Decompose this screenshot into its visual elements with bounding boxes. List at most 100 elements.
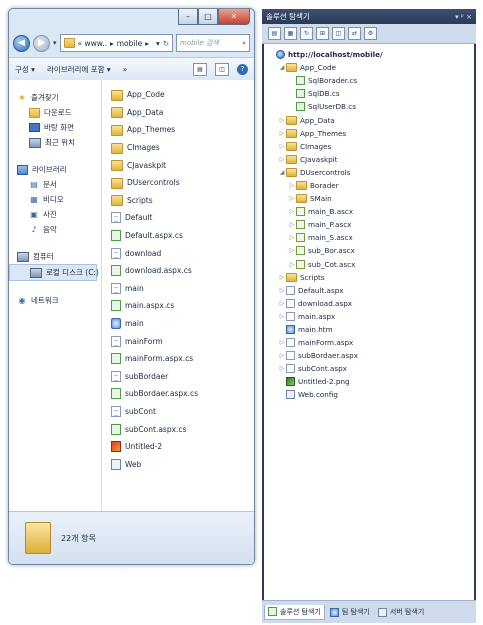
file-item[interactable]: mainForm <box>105 332 254 350</box>
tree-node[interactable]: ▷ App_Data <box>264 113 474 126</box>
tree-node[interactable]: SqlDB.cs <box>264 87 474 100</box>
expand-arrow-icon[interactable]: ▷ <box>288 195 296 202</box>
file-item[interactable]: Default <box>105 209 254 227</box>
tree-node[interactable]: SqlUserDB.cs <box>264 100 474 113</box>
properties-icon[interactable]: ▤ <box>268 27 281 40</box>
file-item[interactable]: subCont.aspx.cs <box>105 420 254 438</box>
file-item[interactable]: main.aspx.cs <box>105 297 254 315</box>
tree-node[interactable]: ▷ main_P.ascx <box>264 218 474 231</box>
tree-node[interactable]: ▷ Borader <box>264 179 474 192</box>
pin-close-icons[interactable]: ▾ ᵖ × <box>455 13 472 21</box>
file-item[interactable]: download.aspx.cs <box>105 262 254 280</box>
nav-computer[interactable]: 컴퓨터 <box>9 249 101 264</box>
file-item[interactable]: main <box>105 280 254 298</box>
expand-arrow-icon[interactable]: ▷ <box>278 352 286 359</box>
tree-node[interactable]: ▷ main.aspx <box>264 310 474 323</box>
tree-node[interactable]: ▷ subCont.aspx <box>264 362 474 375</box>
breadcrumb-parent[interactable]: « www.. <box>78 39 107 48</box>
help-icon[interactable]: ? <box>237 63 248 75</box>
file-item[interactable]: App_Code <box>105 86 254 104</box>
tree-node[interactable]: ▷ sub_Cot.ascx <box>264 258 474 271</box>
tree-node[interactable]: ▷ Default.aspx <box>264 284 474 297</box>
back-button[interactable]: ◀ <box>13 34 30 52</box>
expand-arrow-icon[interactable]: ▷ <box>278 117 286 124</box>
expand-arrow-icon[interactable]: ▷ <box>278 287 286 294</box>
nav-libraries[interactable]: 라이브러리 <box>9 162 101 177</box>
show-all-files-icon[interactable]: ▦ <box>284 27 297 40</box>
tree-node[interactable]: ▷ CImages <box>264 140 474 153</box>
file-item[interactable]: subBordaer <box>105 368 254 386</box>
nav-desktop[interactable]: 바탕 화면 <box>9 120 101 135</box>
tab-server-explorer[interactable]: 서버 탐색기 <box>375 605 427 619</box>
tree-node[interactable]: ▷ main_S.ascx <box>264 231 474 244</box>
nav-recent-places[interactable]: 최근 위치 <box>9 135 101 150</box>
file-item[interactable]: Default.aspx.cs <box>105 227 254 245</box>
expand-arrow-icon[interactable]: ▷ <box>278 143 286 150</box>
refresh-icon[interactable]: ↻ <box>163 39 169 48</box>
nav-videos[interactable]: ▦ 비디오 <box>9 192 101 207</box>
file-item[interactable]: Scripts <box>105 192 254 210</box>
view-options-icon[interactable]: ▤ <box>193 62 207 76</box>
tree-node[interactable]: ▷ sub_Bor.ascx <box>264 244 474 257</box>
expand-arrow-icon[interactable]: ▷ <box>278 365 286 372</box>
tab-solution-explorer[interactable]: 솔루션 탐색기 <box>264 604 325 620</box>
tree-node[interactable]: ▷ App_Themes <box>264 127 474 140</box>
tree-node[interactable]: SqlBorader.cs <box>264 74 474 87</box>
file-item[interactable]: subBordaer.aspx.cs <box>105 385 254 403</box>
file-item[interactable]: App_Data <box>105 104 254 122</box>
tree-node[interactable]: ▷ mainForm.aspx <box>264 336 474 349</box>
breadcrumb-current[interactable]: mobile <box>117 39 142 48</box>
nest-files-icon[interactable]: ⊞ <box>316 27 329 40</box>
tree-node[interactable]: ▷ CJavaskpit <box>264 153 474 166</box>
expand-arrow-icon[interactable]: ▷ <box>288 221 296 228</box>
tree-node[interactable]: Untitled-2.png <box>264 375 474 388</box>
tree-node[interactable]: ◢ App_Code <box>264 61 474 74</box>
organize-menu[interactable]: 구성 ▾ <box>15 64 35 75</box>
tree-node[interactable]: ▷ download.aspx <box>264 297 474 310</box>
expand-arrow-icon[interactable]: ▷ <box>278 130 286 137</box>
file-item[interactable]: Untitled-2 <box>105 438 254 456</box>
expand-arrow-icon[interactable]: ▷ <box>288 182 296 189</box>
preview-pane-icon[interactable]: ◫ <box>215 62 229 76</box>
refresh-icon[interactable]: ↻ <box>300 27 313 40</box>
expand-arrow-icon[interactable]: ▷ <box>288 247 296 254</box>
forward-button[interactable]: ▶ <box>33 34 50 52</box>
nav-network[interactable]: ◉ 네트워크 <box>9 293 101 308</box>
expand-arrow-icon[interactable]: ▷ <box>278 156 286 163</box>
expand-arrow-icon[interactable]: ▷ <box>278 274 286 281</box>
collapse-arrow-icon[interactable]: ◢ <box>278 64 286 71</box>
file-item[interactable]: Web <box>105 455 254 473</box>
file-item[interactable]: main <box>105 315 254 333</box>
maximize-button[interactable]: □ <box>198 9 218 25</box>
history-dropdown-icon[interactable]: ▾ <box>53 39 57 47</box>
nav-downloads[interactable]: 다운로드 <box>9 105 101 120</box>
minimize-button[interactable]: – <box>178 9 198 25</box>
tree-node[interactable]: ▷ SMain <box>264 192 474 205</box>
file-item[interactable]: subCont <box>105 403 254 421</box>
view-designer-icon[interactable]: ◫ <box>332 27 345 40</box>
nav-pictures[interactable]: ▣ 사진 <box>9 207 101 222</box>
address-bar[interactable]: « www.. ▸ mobile ▸ ▾ ↻ <box>59 34 173 52</box>
expand-arrow-icon[interactable]: ▷ <box>288 261 296 268</box>
expand-arrow-icon[interactable]: ▷ <box>278 300 286 307</box>
file-item[interactable]: CJavaskpit <box>105 156 254 174</box>
file-item[interactable]: DUsercontrols <box>105 174 254 192</box>
file-item[interactable]: mainForm.aspx.cs <box>105 350 254 368</box>
collapse-arrow-icon[interactable]: ◢ <box>278 169 286 176</box>
tree-node[interactable]: main.htm <box>264 323 474 336</box>
tab-team-explorer[interactable]: 팀 탐색기 <box>327 605 373 619</box>
tree-node[interactable]: ▷ subBordaer.aspx <box>264 349 474 362</box>
more-commands-button[interactable]: » <box>123 65 128 74</box>
tree-node[interactable]: http://localhost/mobile/ <box>264 48 474 61</box>
expand-arrow-icon[interactable]: ▷ <box>288 208 296 215</box>
expand-arrow-icon[interactable]: ▷ <box>278 313 286 320</box>
tree-node[interactable]: ◢ DUsercontrols <box>264 166 474 179</box>
tree-node[interactable]: ▷ Scripts <box>264 271 474 284</box>
file-item[interactable]: download <box>105 244 254 262</box>
file-item[interactable]: CImages <box>105 139 254 157</box>
address-dropdown-icon[interactable]: ▾ <box>156 39 160 48</box>
nav-documents[interactable]: ▤ 문서 <box>9 177 101 192</box>
asp-config-icon[interactable]: ⚙ <box>364 27 377 40</box>
file-item[interactable]: App_Themes <box>105 121 254 139</box>
tree-node[interactable]: Web.config <box>264 388 474 401</box>
